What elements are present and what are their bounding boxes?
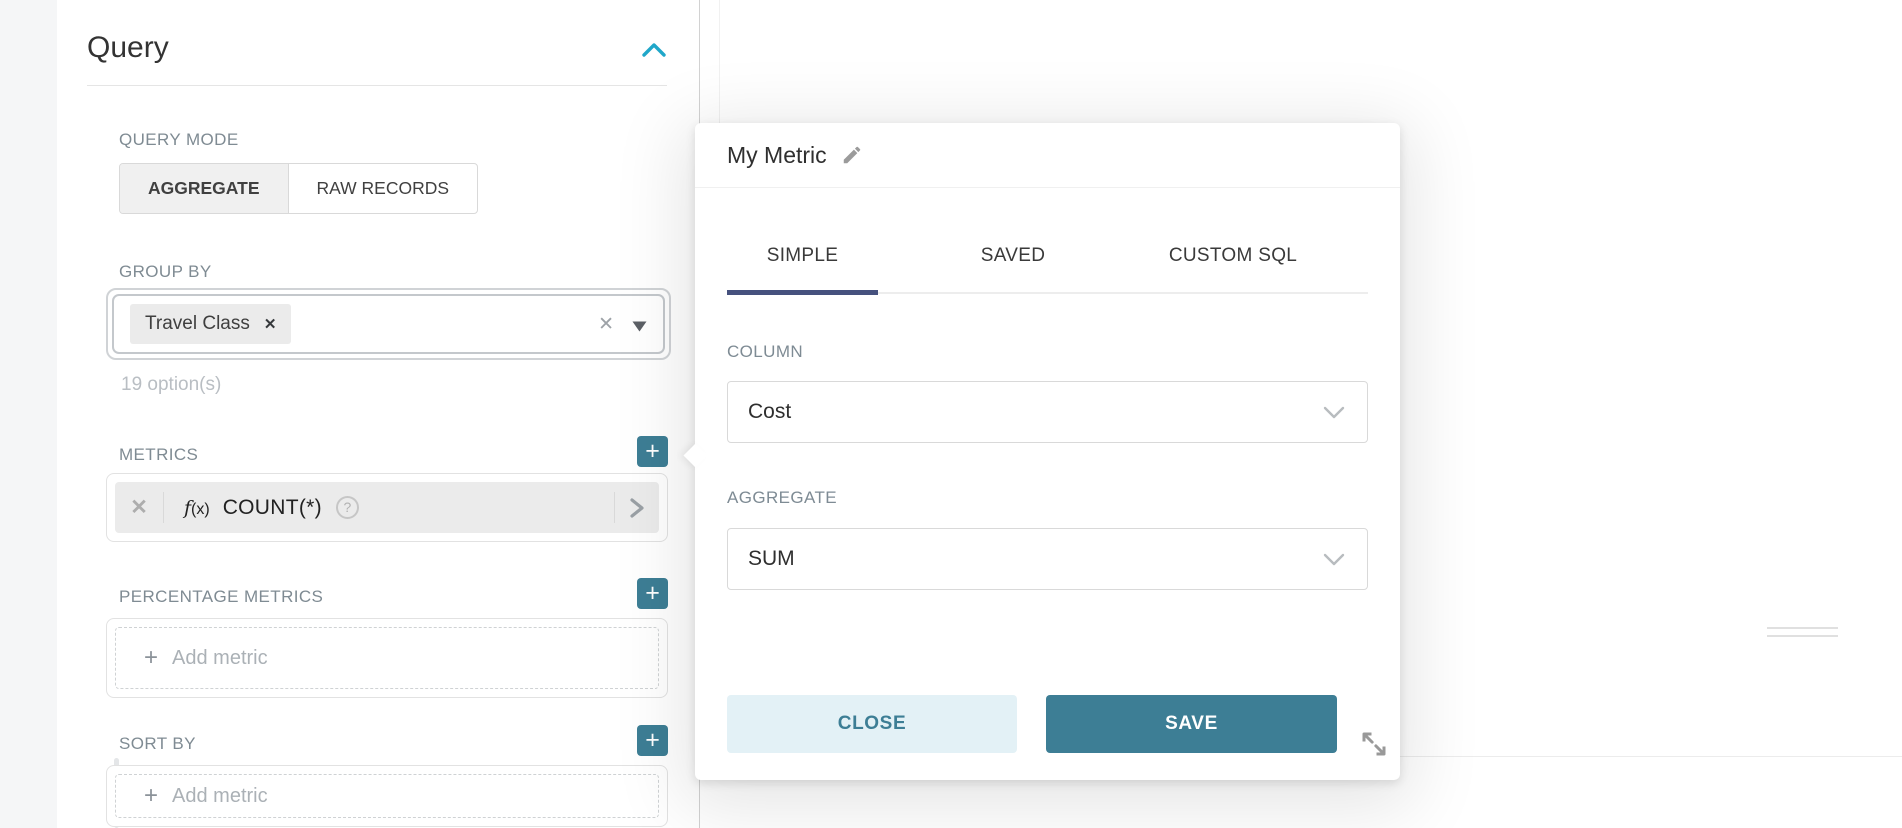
query-control-panel <box>57 0 700 828</box>
plus-icon: + <box>144 646 158 670</box>
select-caret-down-icon[interactable] <box>632 319 647 330</box>
resize-drag-handle[interactable] <box>1767 627 1838 639</box>
save-button[interactable]: SAVE <box>1046 695 1337 753</box>
add-metric-placeholder: Add metric <box>172 785 268 808</box>
raw-records-mode-button[interactable]: RAW RECORDS <box>289 164 478 213</box>
close-button[interactable]: CLOSE <box>727 695 1017 753</box>
function-icon: f(x) <box>184 497 210 519</box>
active-tab-underline <box>727 290 878 295</box>
chevron-down-icon <box>1323 553 1345 566</box>
metric-help-icon[interactable]: ? <box>336 496 359 519</box>
add-metric-placeholder: Add metric <box>172 647 268 670</box>
column-label: COLUMN <box>727 342 803 362</box>
popover-resize-icon[interactable] <box>1359 729 1389 759</box>
tab-saved[interactable]: SAVED <box>937 236 1089 276</box>
metrics-label: METRICS <box>119 445 198 465</box>
group-by-tag[interactable]: Travel Class ✕ <box>130 304 291 344</box>
column-select-value: Cost <box>748 400 791 424</box>
group-by-options-count: 19 option(s) <box>121 374 221 396</box>
collapse-chevron-up-icon[interactable] <box>641 40 667 60</box>
percentage-metrics-label: PERCENTAGE METRICS <box>119 587 323 607</box>
metric-expand-chevron-icon[interactable] <box>615 496 659 520</box>
group-by-tag-label: Travel Class <box>145 313 250 335</box>
chevron-down-icon <box>1323 406 1345 419</box>
metric-value: COUNT(*) <box>223 496 322 520</box>
metrics-container: ✕ f(x) COUNT(*) ? <box>106 473 668 542</box>
add-metric-dropzone[interactable]: + Add metric <box>115 774 659 818</box>
metric-pill[interactable]: ✕ f(x) COUNT(*) ? <box>115 482 659 533</box>
aggregate-label: AGGREGATE <box>727 488 837 508</box>
group-by-select-inner: Travel Class ✕ ✕ <box>112 294 665 354</box>
metric-remove-icon[interactable]: ✕ <box>115 495 163 520</box>
sort-by-label: SORT BY <box>119 734 196 754</box>
popover-title: My Metric <box>727 142 827 169</box>
query-mode-label: QUERY MODE <box>119 130 239 150</box>
add-metric-dropzone[interactable]: + Add metric <box>115 627 659 689</box>
percentage-metrics-container: + Add metric <box>106 618 668 698</box>
page-background-strip <box>0 0 57 828</box>
query-mode-segmented-control: AGGREGATE RAW RECORDS <box>119 163 478 214</box>
add-metric-button[interactable]: + <box>637 436 668 467</box>
query-header-divider <box>87 85 667 86</box>
select-clear-icon[interactable]: ✕ <box>598 313 632 336</box>
aggregate-select[interactable]: SUM <box>727 528 1368 590</box>
add-sort-metric-button[interactable]: + <box>637 725 668 756</box>
tab-simple[interactable]: SIMPLE <box>727 236 878 276</box>
aggregate-mode-button[interactable]: AGGREGATE <box>120 164 289 213</box>
aggregate-select-value: SUM <box>748 547 795 571</box>
tab-custom-sql[interactable]: CUSTOM SQL <box>1157 236 1309 276</box>
query-section-title: Query <box>87 31 169 65</box>
plus-icon: + <box>144 784 158 808</box>
tag-remove-icon[interactable]: ✕ <box>264 315 277 333</box>
popover-header: My Metric <box>695 123 1400 188</box>
group-by-label: GROUP BY <box>119 262 212 282</box>
edit-title-pencil-icon[interactable] <box>841 144 863 166</box>
metric-edit-popover: My Metric SIMPLE SAVED CUSTOM SQL COLUMN… <box>695 123 1400 780</box>
add-percentage-metric-button[interactable]: + <box>637 578 668 609</box>
pill-divider <box>163 492 164 523</box>
explore-view: Query QUERY MODE AGGREGATE RAW RECORDS G… <box>0 0 1902 828</box>
column-select[interactable]: Cost <box>727 381 1368 443</box>
sort-by-container: + Add metric <box>106 765 668 827</box>
group-by-select[interactable]: Travel Class ✕ ✕ <box>106 288 671 360</box>
